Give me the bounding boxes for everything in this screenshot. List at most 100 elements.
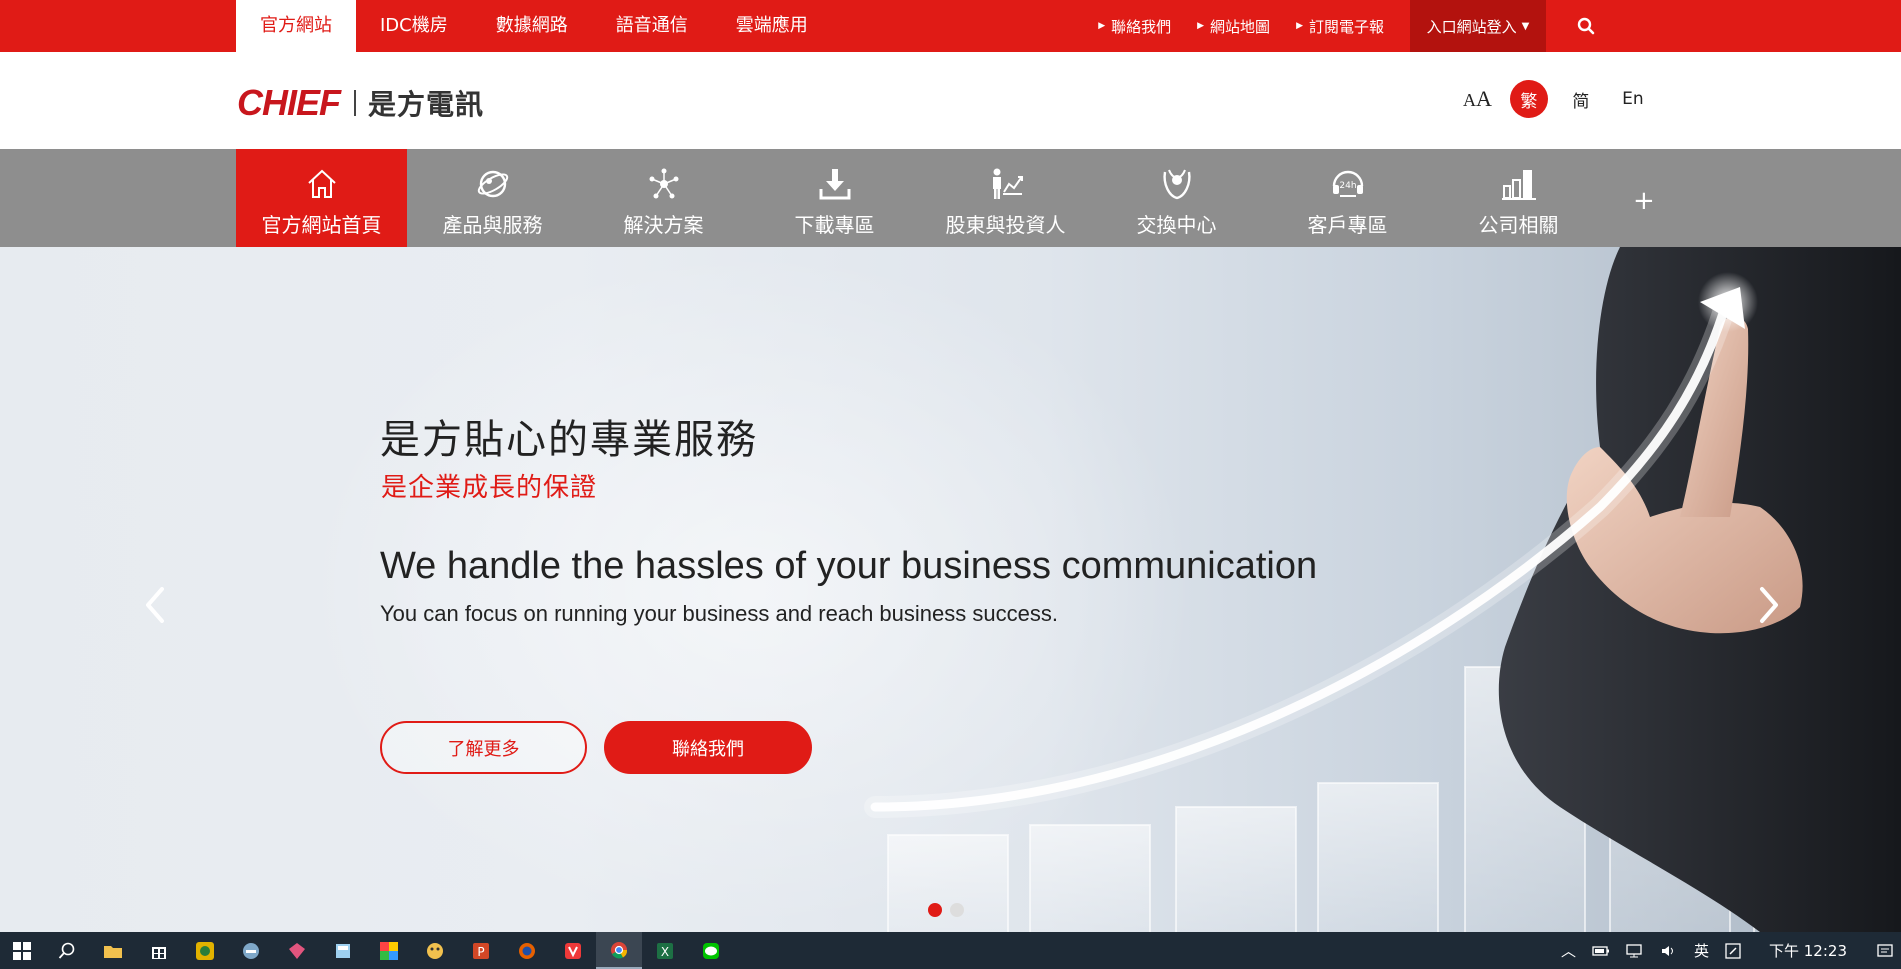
- font-size-small-label: A: [1463, 90, 1476, 110]
- ime-mode-icon[interactable]: [1725, 942, 1741, 959]
- taskbar-search-button[interactable]: [44, 932, 90, 969]
- network-icon[interactable]: [1626, 943, 1644, 958]
- chevron-left-icon: [146, 587, 164, 623]
- globe-icon: [477, 170, 508, 198]
- taskbar-clock[interactable]: 下午 12:23: [1769, 940, 1847, 961]
- taskbar-powerpoint[interactable]: P: [458, 932, 504, 969]
- company-logo[interactable]: CHIEF 是方電訊: [237, 82, 484, 124]
- firefox-icon: [519, 942, 535, 959]
- taskbar-app-4[interactable]: [228, 932, 274, 969]
- chevron-right-icon: [1760, 587, 1778, 623]
- taskbar-app-7[interactable]: [366, 932, 412, 969]
- nav-item-downloads[interactable]: 下載專區: [749, 149, 920, 247]
- windows-logo-icon: [13, 941, 31, 960]
- taskbar-firefox[interactable]: [504, 932, 550, 969]
- carousel-dot[interactable]: [950, 903, 964, 917]
- top-bar: 官方網站 IDC機房 數據網路 語音通信 雲端應用 ▶ 聯絡我們 ▶ 網站地圖 …: [0, 0, 1901, 52]
- taskbar-excel[interactable]: X: [642, 932, 688, 969]
- nav-item-exchange[interactable]: 交換中心: [1091, 149, 1262, 247]
- app-icon: [196, 941, 214, 960]
- hero-headline: We handle the hassles of your business c…: [380, 545, 1318, 587]
- lang-traditional[interactable]: 繁: [1509, 80, 1548, 118]
- tab-data-network[interactable]: 數據網路: [472, 0, 592, 52]
- network-icon: [649, 168, 678, 199]
- font-size-large-label: A: [1476, 86, 1492, 111]
- battery-icon[interactable]: [1592, 945, 1610, 957]
- ime-indicator[interactable]: 英: [1694, 940, 1709, 961]
- sitemap-link[interactable]: ▶ 網站地圖: [1197, 16, 1270, 37]
- nav-item-label: 產品與服務: [442, 213, 543, 237]
- contact-link[interactable]: ▶ 聯絡我們: [1098, 16, 1171, 37]
- svg-text:24h: 24h: [1339, 181, 1356, 191]
- lang-simplified[interactable]: 简: [1562, 80, 1600, 118]
- carousel-next-button[interactable]: [1756, 585, 1782, 629]
- learn-more-button[interactable]: 了解更多: [380, 721, 587, 774]
- start-button[interactable]: [0, 932, 44, 969]
- portal-login-dropdown[interactable]: 入口網站登入 ▼: [1410, 0, 1546, 52]
- logo-divider: [354, 90, 356, 116]
- taskbar-app-5[interactable]: [274, 932, 320, 969]
- triangle-right-icon: ▶: [1197, 21, 1205, 31]
- download-icon: [819, 169, 850, 200]
- nav-item-customer[interactable]: 24h 客戶專區: [1262, 149, 1433, 247]
- support-24h-icon: 24h: [1332, 170, 1363, 197]
- app-icon: [243, 942, 259, 959]
- sitemap-link-label: 網站地圖: [1210, 17, 1271, 36]
- hero-subtitle: 是企業成長的保證: [381, 473, 598, 503]
- vivaldi-icon: [565, 942, 581, 959]
- lang-english[interactable]: En: [1614, 80, 1652, 118]
- nav-item-label: 客戶專區: [1307, 213, 1388, 237]
- carousel-dots: [928, 903, 972, 917]
- carousel-prev-button[interactable]: [142, 585, 168, 629]
- newsletter-link[interactable]: ▶ 訂閱電子報: [1296, 16, 1384, 37]
- hero-carousel: 是方貼心的專業服務 是企業成長的保證 We handle the hassles…: [0, 247, 1901, 932]
- nav-item-label: 公司相關: [1478, 213, 1559, 237]
- svg-text:X: X: [661, 945, 669, 959]
- nav-more-button[interactable]: +: [1633, 188, 1655, 214]
- tab-idc[interactable]: IDC機房: [356, 0, 472, 52]
- hero-title: 是方貼心的專業服務: [380, 417, 758, 463]
- app-icon: [289, 942, 305, 959]
- taskbar-file-explorer[interactable]: [90, 932, 136, 969]
- main-nav-items: 官方網站首頁 產品與服務 解決方案 下載專區 股東與投資人 交換中心 24h 客…: [236, 149, 1604, 247]
- tab-voice[interactable]: 語音通信: [592, 0, 712, 52]
- header: CHIEF 是方電訊 AA 繁 简 En: [0, 52, 1901, 149]
- taskbar-chrome[interactable]: [596, 932, 642, 969]
- store-icon: [152, 946, 166, 959]
- carousel-dot[interactable]: [928, 903, 942, 917]
- page: 官方網站 IDC機房 數據網路 語音通信 雲端應用 ▶ 聯絡我們 ▶ 網站地圖 …: [0, 0, 1901, 969]
- hero-subline: You can focus on running your business a…: [380, 601, 1058, 626]
- system-tray: ︿ 英 下午 12:23: [1553, 932, 1901, 969]
- triangle-right-icon: ▶: [1098, 21, 1106, 31]
- nav-item-solutions[interactable]: 解決方案: [578, 149, 749, 247]
- taskbar-app-8[interactable]: [412, 932, 458, 969]
- app-icon: [336, 943, 350, 958]
- notifications-icon[interactable]: [1877, 943, 1893, 959]
- taskbar-app-3[interactable]: [182, 932, 228, 969]
- portal-login-label: 入口網站登入: [1426, 17, 1517, 36]
- taskbar-vivaldi[interactable]: [550, 932, 596, 969]
- volume-icon[interactable]: [1660, 944, 1678, 958]
- contact-link-label: 聯絡我們: [1111, 17, 1172, 36]
- main-nav: 官方網站首頁 產品與服務 解決方案 下載專區 股東與投資人 交換中心 24h 客…: [0, 149, 1901, 247]
- font-size-toggle[interactable]: AA: [1463, 86, 1492, 112]
- hero-background-image: [864, 247, 1901, 932]
- nav-item-company[interactable]: 公司相關: [1433, 149, 1604, 247]
- nav-item-investors[interactable]: 股東與投資人: [920, 149, 1091, 247]
- svg-text:P: P: [477, 945, 484, 959]
- triangle-right-icon: ▶: [1296, 21, 1303, 31]
- tab-cloud[interactable]: 雲端應用: [712, 0, 832, 52]
- newsletter-link-label: 訂閱電子報: [1308, 17, 1384, 36]
- folder-icon: [104, 945, 122, 958]
- nav-item-products[interactable]: 產品與服務: [407, 149, 578, 247]
- taskbar-store[interactable]: [136, 932, 182, 969]
- taskbar-app-6[interactable]: [320, 932, 366, 969]
- taskbar-line[interactable]: [688, 932, 734, 969]
- nav-item-label: 官方網站首頁: [261, 213, 382, 237]
- search-button[interactable]: [1546, 0, 1626, 52]
- tab-official-site[interactable]: 官方網站: [236, 0, 356, 52]
- chevron-up-icon[interactable]: ︿: [1561, 940, 1576, 961]
- nav-item-home[interactable]: 官方網站首頁: [236, 149, 407, 247]
- contact-us-button[interactable]: 聯絡我們: [604, 721, 812, 774]
- chrome-icon: [611, 941, 628, 958]
